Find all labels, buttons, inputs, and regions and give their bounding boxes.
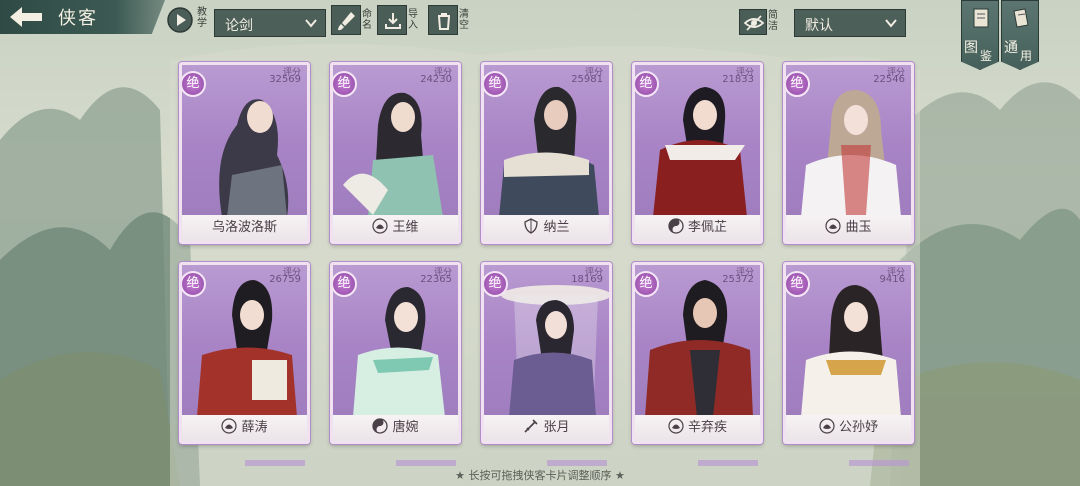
hero-name-bar: 唐婉 [333,415,458,441]
lotus-faction-icon [819,418,835,434]
next-row-card-edge [547,460,607,466]
rank-badge: 绝 [635,71,659,97]
hero-card[interactable]: 绝 评分 21833 李佩芷 [632,62,763,244]
lotus-faction-icon [372,218,389,234]
lotus-faction-icon [825,218,842,234]
score-value: 9416 [879,274,905,285]
import-button[interactable] [377,5,407,35]
hero-name: 辛弃疾 [687,420,727,435]
hero-name-bar: 纳兰 [484,215,609,241]
hero-name: 乌洛波洛斯 [211,220,277,235]
yinyang-faction-icon [668,218,684,234]
score-value: 26759 [269,274,301,285]
tab-general[interactable]: 通 用 [1001,0,1039,70]
tab-general-label-1: 通 [1004,40,1018,56]
team-select[interactable]: 论剑 [214,9,326,37]
rename-button[interactable] [331,5,361,35]
hero-name: 曲玉 [845,220,872,235]
shield-faction-icon [524,218,539,234]
play-circle-icon [167,7,193,33]
rank-badge: 绝 [182,271,206,297]
top-bar: 侠客 教学 论剑 命名 导入 清空 简洁 默认 图 鉴 通 用 [0,0,1080,70]
rank-badge: 绝 [484,271,508,297]
hero-name: 王维 [392,220,419,235]
lotus-faction-icon [221,418,238,434]
hero-card[interactable]: 绝 评分 25981 纳兰 [481,62,612,244]
trash-icon [438,13,450,30]
teach-button[interactable]: 教学 [166,4,212,36]
rank-badge: 绝 [333,71,357,97]
score-value: 21833 [722,74,754,85]
hero-name-bar: 乌洛波洛斯 [182,215,307,241]
drag-hint: ★ 长按可拖拽侠客卡片调整顺序 ★ [455,469,625,482]
teach-label: 教学 [197,7,207,29]
sort-select-value: 默认 [805,18,833,34]
score-value: 25981 [571,74,603,85]
hero-name: 公孙妤 [838,420,878,435]
brush-icon [338,12,355,31]
book-icon [973,8,989,28]
hero-name: 张月 [543,420,570,435]
next-row-card-edge [698,460,758,466]
hero-name: 纳兰 [543,220,570,235]
chevron-down-icon [305,19,317,28]
hero-card[interactable]: 绝 评分 26759 薛涛 [179,262,310,444]
tab-codex-label-1: 图 [964,40,978,56]
hero-name-bar: 曲玉 [786,215,911,241]
hero-name-bar: 张月 [484,415,609,441]
score-value: 25372 [722,274,754,285]
lotus-faction-icon [668,418,684,434]
hero-name: 薛涛 [241,420,268,435]
page-title: 侠客 [58,8,98,29]
rename-label: 命名 [362,9,372,31]
hero-name-bar: 李佩芷 [635,215,760,241]
score-value: 18169 [571,274,603,285]
rank-badge: 绝 [786,271,810,297]
tab-codex-label-2: 鉴 [980,49,993,63]
hero-card[interactable]: 绝 评分 25372 辛弃疾 [632,262,763,444]
hero-card[interactable]: 绝 评分 22546 曲玉 [783,62,914,244]
filter-toggle-button[interactable] [739,9,767,35]
clear-label: 清空 [459,9,469,31]
hero-name: 唐婉 [392,420,419,435]
sort-select[interactable]: 默认 [794,9,906,37]
rank-badge: 绝 [484,71,508,97]
tab-codex[interactable]: 图 鉴 [961,0,999,70]
score-value: 22546 [873,74,905,85]
score-value: 22365 [420,274,452,285]
download-icon [385,13,401,29]
hero-card[interactable]: 绝 评分 18169 张月 [481,262,612,444]
back-arrow-icon [10,7,42,27]
hero-card[interactable]: 绝 评分 24230 王维 [330,62,461,244]
chevron-down-icon [885,19,897,28]
score-value: 32569 [269,74,301,85]
next-row-card-edge [245,460,305,466]
filter-label: 简洁 [768,10,778,32]
hero-card[interactable]: 绝 评分 22365 唐婉 [330,262,461,444]
rank-badge: 绝 [786,71,810,97]
tab-general-label-2: 用 [1020,49,1033,63]
hero-name-bar: 公孙妤 [786,415,911,441]
hero-card[interactable]: 绝 评分 32569 乌洛波洛斯 [179,62,310,244]
eye-slash-icon [743,15,765,31]
scroll-book-icon [1013,8,1029,28]
hero-card[interactable]: 绝 评分 9416 公孙妤 [783,262,914,444]
rank-badge: 绝 [635,271,659,297]
hero-name: 李佩芷 [687,220,727,235]
clear-button[interactable] [428,5,458,35]
next-row-card-edge [849,460,909,466]
yinyang-faction-icon [372,418,389,434]
sword-faction-icon [524,419,539,433]
next-row-card-edge [396,460,456,466]
score-value: 24230 [420,74,452,85]
hero-name-bar: 辛弃疾 [635,415,760,441]
import-label: 导入 [408,9,418,31]
rank-badge: 绝 [333,271,357,297]
hero-name-bar: 薛涛 [182,415,307,441]
team-select-value: 论剑 [225,18,253,34]
back-button[interactable]: 侠客 [0,0,165,34]
hero-name-bar: 王维 [333,215,458,241]
rank-badge: 绝 [182,71,206,97]
